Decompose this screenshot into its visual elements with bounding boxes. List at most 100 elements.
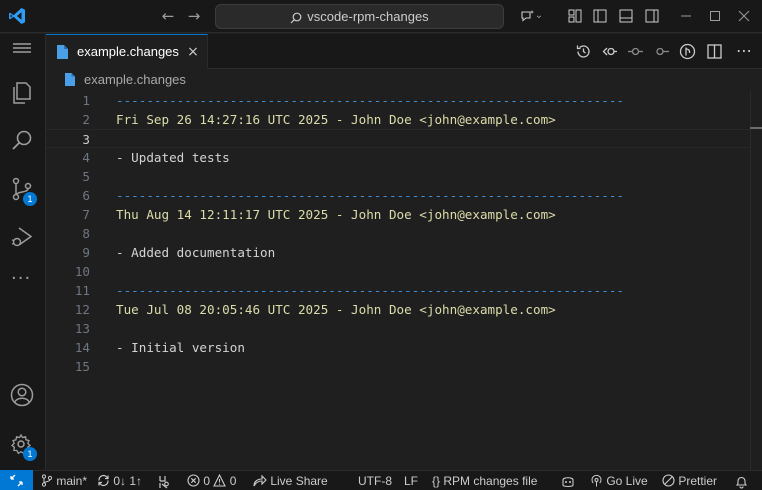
go-live-label: Go Live xyxy=(606,474,648,488)
previous-change-icon[interactable] xyxy=(627,43,644,60)
line-number: 9 xyxy=(82,245,90,260)
editor-line[interactable]: 2 Fri Sep 26 14:27:16 UTC 2025 - John Doe… xyxy=(46,110,750,129)
editor-line[interactable]: 8 xyxy=(46,224,750,243)
broadcast-icon xyxy=(591,474,602,487)
code-text: - Added documentation xyxy=(116,245,276,260)
code-text: ----------------------------------------… xyxy=(116,188,624,203)
live-share-button[interactable]: Live Share xyxy=(253,473,328,489)
git-graph-icon[interactable] xyxy=(679,43,696,60)
editor-line[interactable]: 10 xyxy=(46,262,750,281)
editor-line[interactable]: 1 ---------------------------------------… xyxy=(46,91,750,110)
editor[interactable]: 1 ---------------------------------------… xyxy=(46,91,762,470)
line-number: 11 xyxy=(74,283,90,298)
vertical-scrollbar[interactable] xyxy=(750,91,751,470)
command-center[interactable]: vscode-rpm-changes xyxy=(215,4,504,29)
remote-icon xyxy=(10,474,23,487)
editor-line[interactable]: 7 Thu Aug 14 12:11:17 UTC 2025 - John Doe… xyxy=(46,205,750,224)
line-number: 8 xyxy=(82,226,90,241)
minimize-icon[interactable] xyxy=(678,8,694,24)
editor-line[interactable]: 9 - Added documentation xyxy=(46,243,750,262)
line-number: 13 xyxy=(74,321,90,336)
editor-line[interactable]: 3 xyxy=(46,129,750,148)
close-icon[interactable]: × xyxy=(186,44,200,60)
git-branch-icon xyxy=(41,474,53,487)
tab-example-changes[interactable]: example.changes × xyxy=(46,34,208,69)
arrow-right-icon[interactable]: → xyxy=(184,6,204,26)
prettier-status-icon xyxy=(662,474,675,487)
next-change-icon[interactable] xyxy=(653,43,670,60)
vscode-logo-icon[interactable] xyxy=(8,7,26,25)
activity-manage[interactable]: 1 xyxy=(9,432,39,462)
editor-line[interactable]: 6 ---------------------------------------… xyxy=(46,186,750,205)
error-icon xyxy=(187,474,200,487)
breadcrumb-file[interactable]: example.changes xyxy=(84,72,186,87)
encoding-indicator[interactable]: UTF-8 xyxy=(358,473,392,489)
arrow-left-icon[interactable]: ← xyxy=(158,6,178,26)
editor-line[interactable]: 15 xyxy=(46,357,750,376)
search-icon xyxy=(290,12,302,23)
command-center-label: vscode-rpm-changes xyxy=(307,9,429,24)
search-icon[interactable] xyxy=(9,128,35,154)
prettier-button[interactable]: Prettier xyxy=(662,473,717,489)
tab-label: example.changes xyxy=(77,44,179,59)
eol-indicator[interactable]: LF xyxy=(404,473,418,489)
branch-indicator[interactable]: main* xyxy=(41,473,87,489)
open-changes-icon[interactable] xyxy=(601,43,618,60)
editor-tab-bar: example.changes × ⋯ xyxy=(46,34,762,69)
code-text: Tue Jul 08 20:05:46 UTC 2025 - John Doe … xyxy=(116,302,556,317)
extension-icon[interactable] xyxy=(157,474,170,490)
line-number: 3 xyxy=(82,132,90,147)
bell-icon[interactable] xyxy=(735,474,748,490)
maximize-icon[interactable] xyxy=(707,8,723,24)
toggle-panel-icon[interactable] xyxy=(618,8,634,24)
source-control-badge: 1 xyxy=(23,192,37,206)
live-share-label: Live Share xyxy=(270,474,328,488)
line-number: 12 xyxy=(74,302,90,317)
problems-indicator[interactable]: 0 0 xyxy=(187,473,236,489)
editor-line[interactable]: 14 - Initial version xyxy=(46,338,750,357)
editor-line[interactable]: 13 xyxy=(46,319,750,338)
more-actions-icon[interactable]: ⋯ xyxy=(736,41,753,60)
toggle-primary-sidebar-icon[interactable] xyxy=(592,8,608,24)
run-debug-icon[interactable] xyxy=(9,224,35,250)
braces-icon: {} xyxy=(432,474,441,488)
close-icon[interactable] xyxy=(736,8,752,24)
code-text: ----------------------------------------… xyxy=(116,93,624,108)
split-editor-icon[interactable] xyxy=(706,43,723,60)
editor-line[interactable]: 11 --------------------------------------… xyxy=(46,281,750,300)
history-icon[interactable] xyxy=(575,43,592,60)
code-text: Thu Aug 14 12:11:17 UTC 2025 - John Doe … xyxy=(116,207,556,222)
activity-bar: 1 ··· 1 xyxy=(0,34,46,470)
line-number: 14 xyxy=(74,340,90,355)
scrollbar-cursor-marker xyxy=(750,127,762,129)
go-live-button[interactable]: Go Live xyxy=(590,473,648,489)
line-number: 7 xyxy=(82,207,90,222)
toggle-secondary-sidebar-icon[interactable] xyxy=(644,8,660,24)
customize-layout-icon[interactable] xyxy=(567,8,583,24)
code-text: - Updated tests xyxy=(116,150,230,165)
line-number: 5 xyxy=(82,169,90,184)
copilot-status-icon[interactable] xyxy=(561,474,575,490)
code-text: ----------------------------------------… xyxy=(116,283,624,298)
editor-line[interactable]: 4 - Updated tests xyxy=(46,148,750,167)
menu-icon[interactable] xyxy=(10,40,34,56)
line-number: 2 xyxy=(82,112,90,127)
editor-line[interactable]: 5 xyxy=(46,167,750,186)
line-number: 1 xyxy=(82,93,90,108)
manage-badge: 1 xyxy=(23,447,37,461)
remote-indicator[interactable] xyxy=(0,470,33,490)
activity-source-control[interactable]: 1 xyxy=(9,176,39,206)
language-indicator[interactable]: {} RPM changes file xyxy=(432,473,537,489)
chevron-down-icon[interactable]: ⌄ xyxy=(533,6,545,26)
prettier-label: Prettier xyxy=(678,474,718,488)
ellipsis-icon[interactable]: ··· xyxy=(11,270,35,292)
line-number: 4 xyxy=(82,150,90,165)
warning-count: 0 xyxy=(229,474,237,488)
file-icon xyxy=(57,45,68,59)
language-label: RPM changes file xyxy=(443,474,538,488)
sync-indicator[interactable]: 0↓ 1↑ xyxy=(97,473,142,489)
files-icon[interactable] xyxy=(9,80,35,106)
editor-line[interactable]: 12 Tue Jul 08 20:05:46 UTC 2025 - John Do… xyxy=(46,300,750,319)
account-icon[interactable] xyxy=(9,382,35,408)
file-icon xyxy=(65,73,75,86)
